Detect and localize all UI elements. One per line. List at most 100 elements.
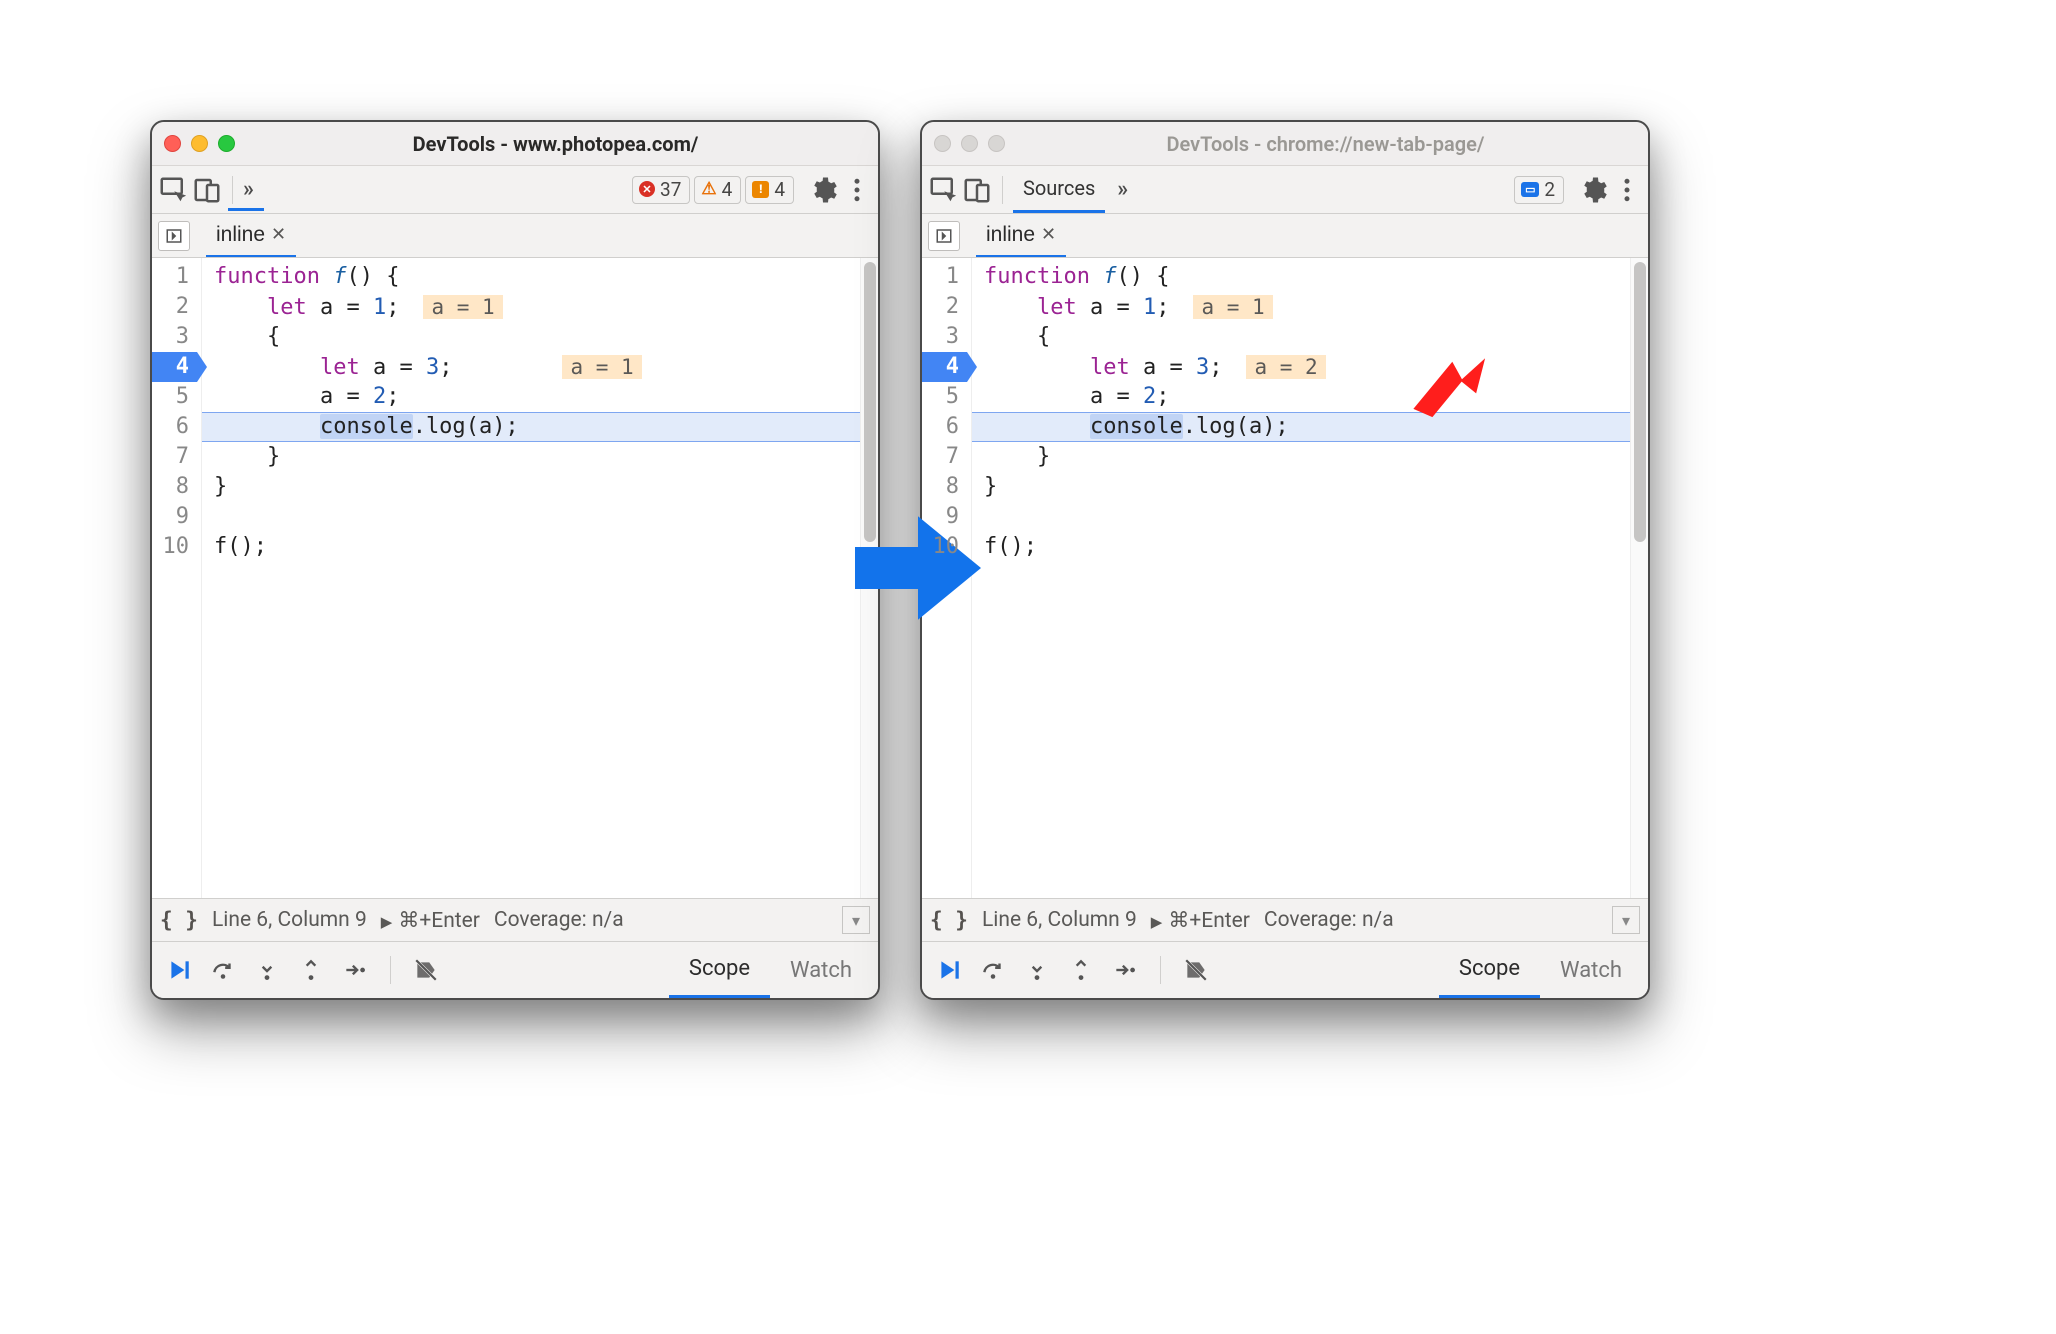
selected-token: console	[320, 414, 413, 439]
step-into-icon[interactable]	[1022, 955, 1052, 985]
inline-value-a-line4: a = 2	[1246, 355, 1325, 379]
inspect-icon[interactable]	[158, 175, 188, 205]
inline-value-a-line4: a = 1	[562, 355, 641, 379]
separator	[1002, 176, 1003, 204]
window-title: DevTools - www.photopea.com/	[245, 132, 866, 156]
console-badges: ▭2	[1514, 176, 1564, 204]
code-editor[interactable]: 1 2 3 4 5 6 7 8 9 10 function f() { let …	[152, 258, 878, 898]
sources-tabrow: inline ✕	[152, 214, 878, 258]
statusbar-menu-icon[interactable]	[842, 906, 870, 934]
active-tab-indicator	[228, 208, 264, 211]
source-tab-inline[interactable]: inline ✕	[976, 214, 1066, 257]
kebab-icon[interactable]	[1612, 175, 1642, 205]
minimize-icon[interactable]	[191, 135, 208, 152]
step-out-icon[interactable]	[296, 955, 326, 985]
step-over-icon[interactable]	[208, 955, 238, 985]
stage: DevTools - www.photopea.com/ ✕37 ⚠4 !4	[0, 0, 2056, 1334]
source-tab-inline[interactable]: inline ✕	[206, 214, 296, 257]
line-gutter[interactable]: 1 2 3 4 5 6 7 8 9 10	[152, 258, 202, 898]
devtools-window-right: DevTools - chrome://new-tab-page/ Source…	[920, 120, 1650, 1000]
debugger-toolbar: Scope Watch	[922, 942, 1648, 998]
resume-pause-icon[interactable]	[164, 955, 194, 985]
main-toolbar: ✕37 ⚠4 !4	[152, 166, 878, 214]
code-area[interactable]: function f() { let a = 1;a = 1 { let a =…	[202, 258, 878, 898]
step-into-icon[interactable]	[252, 955, 282, 985]
step-icon[interactable]	[1110, 955, 1140, 985]
warnings-badge[interactable]: ⚠4	[694, 176, 741, 204]
step-icon[interactable]	[340, 955, 370, 985]
violations-count: 4	[774, 178, 785, 201]
inline-value-a-line2: a = 1	[1193, 295, 1272, 319]
messages-badge[interactable]: ▭2	[1514, 176, 1564, 204]
warnings-count: 4	[722, 178, 733, 201]
deactivate-breakpoints-icon[interactable]	[411, 955, 441, 985]
scroll-thumb[interactable]	[1634, 262, 1646, 542]
cursor-position: Line 6, Column 9	[982, 908, 1137, 932]
zoom-icon[interactable]	[218, 135, 235, 152]
pretty-print-icon[interactable]: { }	[930, 908, 968, 932]
status-bar: { } Line 6, Column 9 ⌘+Enter Coverage: n…	[922, 898, 1648, 942]
step-out-icon[interactable]	[1066, 955, 1096, 985]
errors-count: 37	[660, 178, 681, 201]
transition-arrow-icon	[848, 498, 988, 638]
more-tabs-chevron-icon[interactable]	[243, 177, 254, 202]
separator	[232, 176, 233, 204]
debugger-toolbar: Scope Watch	[152, 942, 878, 998]
red-arrow-icon	[1405, 345, 1485, 425]
minimize-icon[interactable]	[961, 135, 978, 152]
code-editor[interactable]: 1 2 3 4 5 6 7 8 9 10 function f() { let …	[922, 258, 1648, 898]
device-toggle-icon[interactable]	[962, 175, 992, 205]
debugger-panes: Scope Watch	[669, 942, 872, 998]
tab-watch[interactable]: Watch	[770, 942, 872, 998]
device-toggle-icon[interactable]	[192, 175, 222, 205]
gear-icon[interactable]	[808, 175, 838, 205]
window-title: DevTools - chrome://new-tab-page/	[1015, 132, 1636, 156]
code-area[interactable]: function f() { let a = 1;a = 1 { let a =…	[972, 258, 1648, 898]
tab-scope[interactable]: Scope	[669, 942, 770, 998]
coverage-label: Coverage: n/a	[494, 908, 624, 932]
statusbar-menu-icon[interactable]	[1612, 906, 1640, 934]
source-tab-label: inline	[216, 223, 265, 247]
devtools-window-left: DevTools - www.photopea.com/ ✕37 ⚠4 !4	[150, 120, 880, 1000]
inspect-icon[interactable]	[928, 175, 958, 205]
inline-value-a-line2: a = 1	[423, 295, 502, 319]
navigator-toggle-icon[interactable]	[928, 221, 960, 251]
navigator-toggle-icon[interactable]	[158, 221, 190, 251]
tab-sources[interactable]: Sources	[1013, 166, 1105, 213]
close-icon[interactable]	[934, 135, 951, 152]
violations-badge[interactable]: !4	[745, 176, 794, 204]
status-bar: { } Line 6, Column 9 ⌘+Enter Coverage: n…	[152, 898, 878, 942]
scrollbar[interactable]	[1630, 258, 1648, 898]
sources-tabrow: inline ✕	[922, 214, 1648, 258]
run-snippet[interactable]: ⌘+Enter	[1151, 908, 1250, 933]
titlebar[interactable]: DevTools - www.photopea.com/	[152, 122, 878, 166]
cursor-position: Line 6, Column 9	[212, 908, 367, 932]
separator	[1160, 956, 1161, 984]
tab-watch[interactable]: Watch	[1540, 942, 1642, 998]
resume-pause-icon[interactable]	[934, 955, 964, 985]
step-over-icon[interactable]	[978, 955, 1008, 985]
kebab-icon[interactable]	[842, 175, 872, 205]
close-tab-icon[interactable]: ✕	[271, 224, 286, 245]
tab-scope[interactable]: Scope	[1439, 942, 1540, 998]
deactivate-breakpoints-icon[interactable]	[1181, 955, 1211, 985]
debugger-panes: Scope Watch	[1439, 942, 1642, 998]
close-tab-icon[interactable]: ✕	[1041, 224, 1056, 245]
zoom-icon[interactable]	[988, 135, 1005, 152]
source-tab-label: inline	[986, 223, 1035, 247]
selected-token: console	[1090, 414, 1183, 439]
close-icon[interactable]	[164, 135, 181, 152]
titlebar[interactable]: DevTools - chrome://new-tab-page/	[922, 122, 1648, 166]
main-toolbar: Sources ▭2	[922, 166, 1648, 214]
pretty-print-icon[interactable]: { }	[160, 908, 198, 932]
more-tabs-chevron-icon[interactable]	[1117, 177, 1128, 202]
run-snippet[interactable]: ⌘+Enter	[381, 908, 480, 933]
traffic-lights	[164, 135, 235, 152]
coverage-label: Coverage: n/a	[1264, 908, 1394, 932]
console-badges: ✕37 ⚠4 !4	[632, 176, 794, 204]
messages-count: 2	[1544, 178, 1555, 201]
gear-icon[interactable]	[1578, 175, 1608, 205]
errors-badge[interactable]: ✕37	[632, 176, 690, 204]
traffic-lights	[934, 135, 1005, 152]
separator	[390, 956, 391, 984]
